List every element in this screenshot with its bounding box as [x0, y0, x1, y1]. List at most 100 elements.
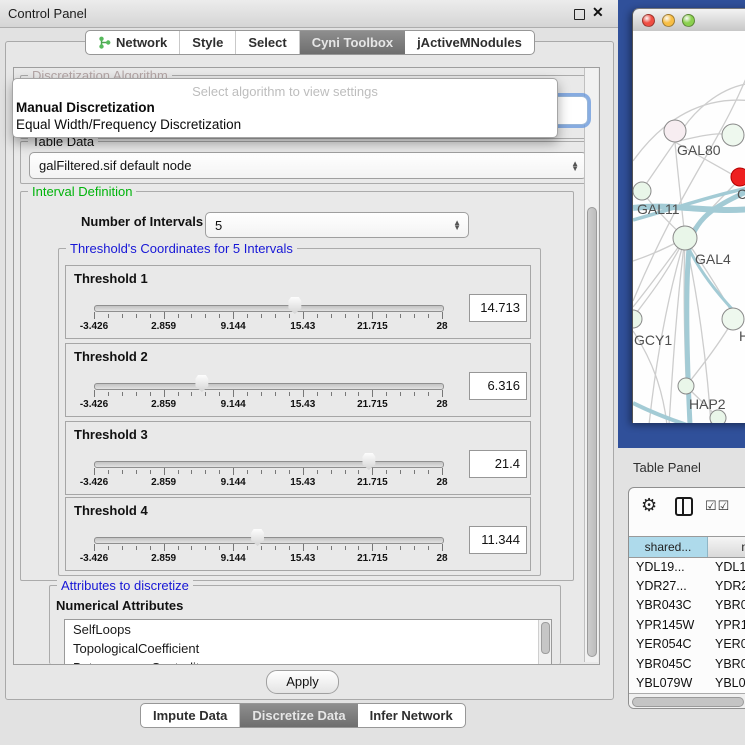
minor-tick [191, 470, 192, 474]
threshold-3-panel: Threshold 3-3.4262.8599.14415.4321.71528… [65, 421, 531, 495]
major-tick [442, 312, 443, 319]
gear-icon[interactable]: ⚙ [641, 495, 657, 516]
tick-label: 21.715 [337, 399, 407, 410]
minor-tick [108, 470, 109, 474]
table-row[interactable]: YDL19...YDL1 [629, 557, 745, 576]
minor-tick [428, 546, 429, 550]
major-tick [442, 468, 443, 475]
major-tick [303, 390, 304, 397]
popup-option-manual-discretization[interactable]: Manual Discretization [16, 100, 155, 115]
network-node[interactable] [633, 310, 642, 328]
network-canvas[interactable]: GAL80GACGAL11GAL4GCY1HHAP2 [633, 31, 745, 423]
table-row[interactable]: YBR043CYBR0 [629, 596, 745, 615]
thresholds-group: Threshold's Coordinates for 5 Intervals … [58, 248, 541, 576]
attribute-list-item[interactable]: TopologicalCoefficient [65, 639, 551, 658]
numerical-attributes-list[interactable]: SelfLoopsTopologicalCoefficientBetweenne… [64, 619, 552, 665]
minor-tick [428, 314, 429, 318]
close-icon[interactable]: ✕ [592, 4, 604, 21]
network-edge[interactable] [633, 238, 685, 307]
attribute-list-item[interactable]: BetweennessCentrality [65, 658, 551, 665]
table-row[interactable]: YPR145WYPR1 [629, 615, 745, 634]
network-node[interactable] [664, 120, 686, 142]
tick-label: 2.859 [129, 477, 199, 488]
minor-tick [261, 314, 262, 318]
settings-vertical-scrollbar[interactable] [584, 68, 598, 662]
tab-style[interactable]: Style [180, 31, 236, 54]
table-row[interactable]: YDR27...YDR2 [629, 576, 745, 595]
attributes-scrollbar[interactable] [538, 620, 551, 665]
minor-tick [428, 392, 429, 396]
major-tick [303, 544, 304, 551]
threshold-slider-track[interactable] [94, 305, 444, 312]
select-columns-checkboxes-icon[interactable]: ☑☑ [705, 498, 730, 514]
top-tab-bar: NetworkStyleSelect Cyni Toolbox jActiveMNo… [85, 30, 535, 55]
column-header-name[interactable]: na [708, 537, 745, 557]
num-intervals-combobox[interactable]: 5 ▲▼ [205, 212, 469, 238]
table-horizontal-scrollbar[interactable] [629, 693, 745, 708]
network-window-titlebar[interactable] [633, 9, 745, 32]
tab-infer-network[interactable]: Infer Network [358, 704, 465, 727]
tab-select[interactable]: Select [236, 31, 299, 54]
table-row[interactable]: YER054CYER0 [629, 635, 745, 654]
threshold-value-field[interactable]: 14.713 [469, 294, 527, 322]
network-edge-highlighted[interactable] [633, 403, 687, 423]
major-tick [303, 468, 304, 475]
minor-tick [178, 392, 179, 396]
threshold-value-field[interactable]: 6.316 [469, 372, 527, 400]
minor-tick [261, 546, 262, 550]
control-panel: Control Panel ✕ NetworkStyleSelectCyni T… [0, 0, 618, 745]
tick-label: 9.144 [198, 399, 268, 410]
minor-tick [247, 470, 248, 474]
zoom-traffic-light-icon[interactable] [682, 14, 695, 27]
minor-tick [358, 314, 359, 318]
network-edge[interactable] [646, 142, 675, 184]
threshold-slider-track[interactable] [94, 383, 444, 390]
minor-tick [289, 470, 290, 474]
network-edge-highlighted[interactable] [687, 189, 745, 423]
threshold-value-field[interactable]: 21.4 [469, 450, 527, 478]
threshold-value-field[interactable]: 11.344 [469, 526, 527, 554]
tab-network[interactable]: Network [86, 31, 180, 54]
minor-tick [191, 392, 192, 396]
minor-tick [136, 314, 137, 318]
table-data-combo-value: galFiltered.sif default node [30, 158, 571, 173]
tab-discretize-data[interactable]: Discretize Data [240, 704, 357, 727]
attribute-list-item[interactable]: SelfLoops [65, 620, 551, 639]
columns-icon[interactable] [675, 497, 693, 516]
popup-option-equal-width-frequency[interactable]: Equal Width/Frequency Discretization [16, 117, 241, 132]
network-node[interactable] [722, 124, 744, 146]
minor-tick [150, 392, 151, 396]
minor-tick [205, 314, 206, 318]
tab-label: Cyni Toolbox [312, 35, 393, 50]
threshold-slider-track[interactable] [94, 537, 444, 544]
tab-impute-data[interactable]: Impute Data [141, 704, 240, 727]
minor-tick [205, 470, 206, 474]
network-node[interactable] [678, 378, 694, 394]
column-header-shared-name[interactable]: shared... [629, 537, 708, 557]
apply-button[interactable]: Apply [266, 670, 339, 694]
table-row[interactable]: YBR045CYBR0 [629, 654, 745, 673]
network-node[interactable] [722, 308, 744, 330]
tab-jactivemnodules[interactable]: jActiveMNodules [405, 31, 534, 54]
minor-tick [136, 546, 137, 550]
node-label: GCY1 [634, 332, 672, 348]
float-window-icon[interactable] [574, 9, 585, 20]
threshold-slider-track[interactable] [94, 461, 444, 468]
table-row[interactable]: YBL079WYBL0 [629, 673, 745, 692]
network-node[interactable] [633, 182, 651, 200]
minor-tick [331, 470, 332, 474]
major-tick [233, 390, 234, 397]
minor-tick [219, 546, 220, 550]
minor-tick [414, 546, 415, 550]
network-node[interactable] [731, 168, 745, 186]
minimize-traffic-light-icon[interactable] [662, 14, 675, 27]
minor-tick [261, 392, 262, 396]
network-edge[interactable] [649, 238, 685, 423]
tab-label: Infer Network [370, 708, 453, 723]
major-tick [164, 544, 165, 551]
table-data-combobox[interactable]: galFiltered.sif default node ▲▼ [29, 152, 587, 179]
network-node[interactable] [673, 226, 697, 250]
screen: Control Panel ✕ NetworkStyleSelectCyni T… [0, 0, 745, 745]
close-traffic-light-icon[interactable] [642, 14, 655, 27]
tab-cyni-toolbox[interactable]: Cyni Toolbox [300, 31, 405, 54]
